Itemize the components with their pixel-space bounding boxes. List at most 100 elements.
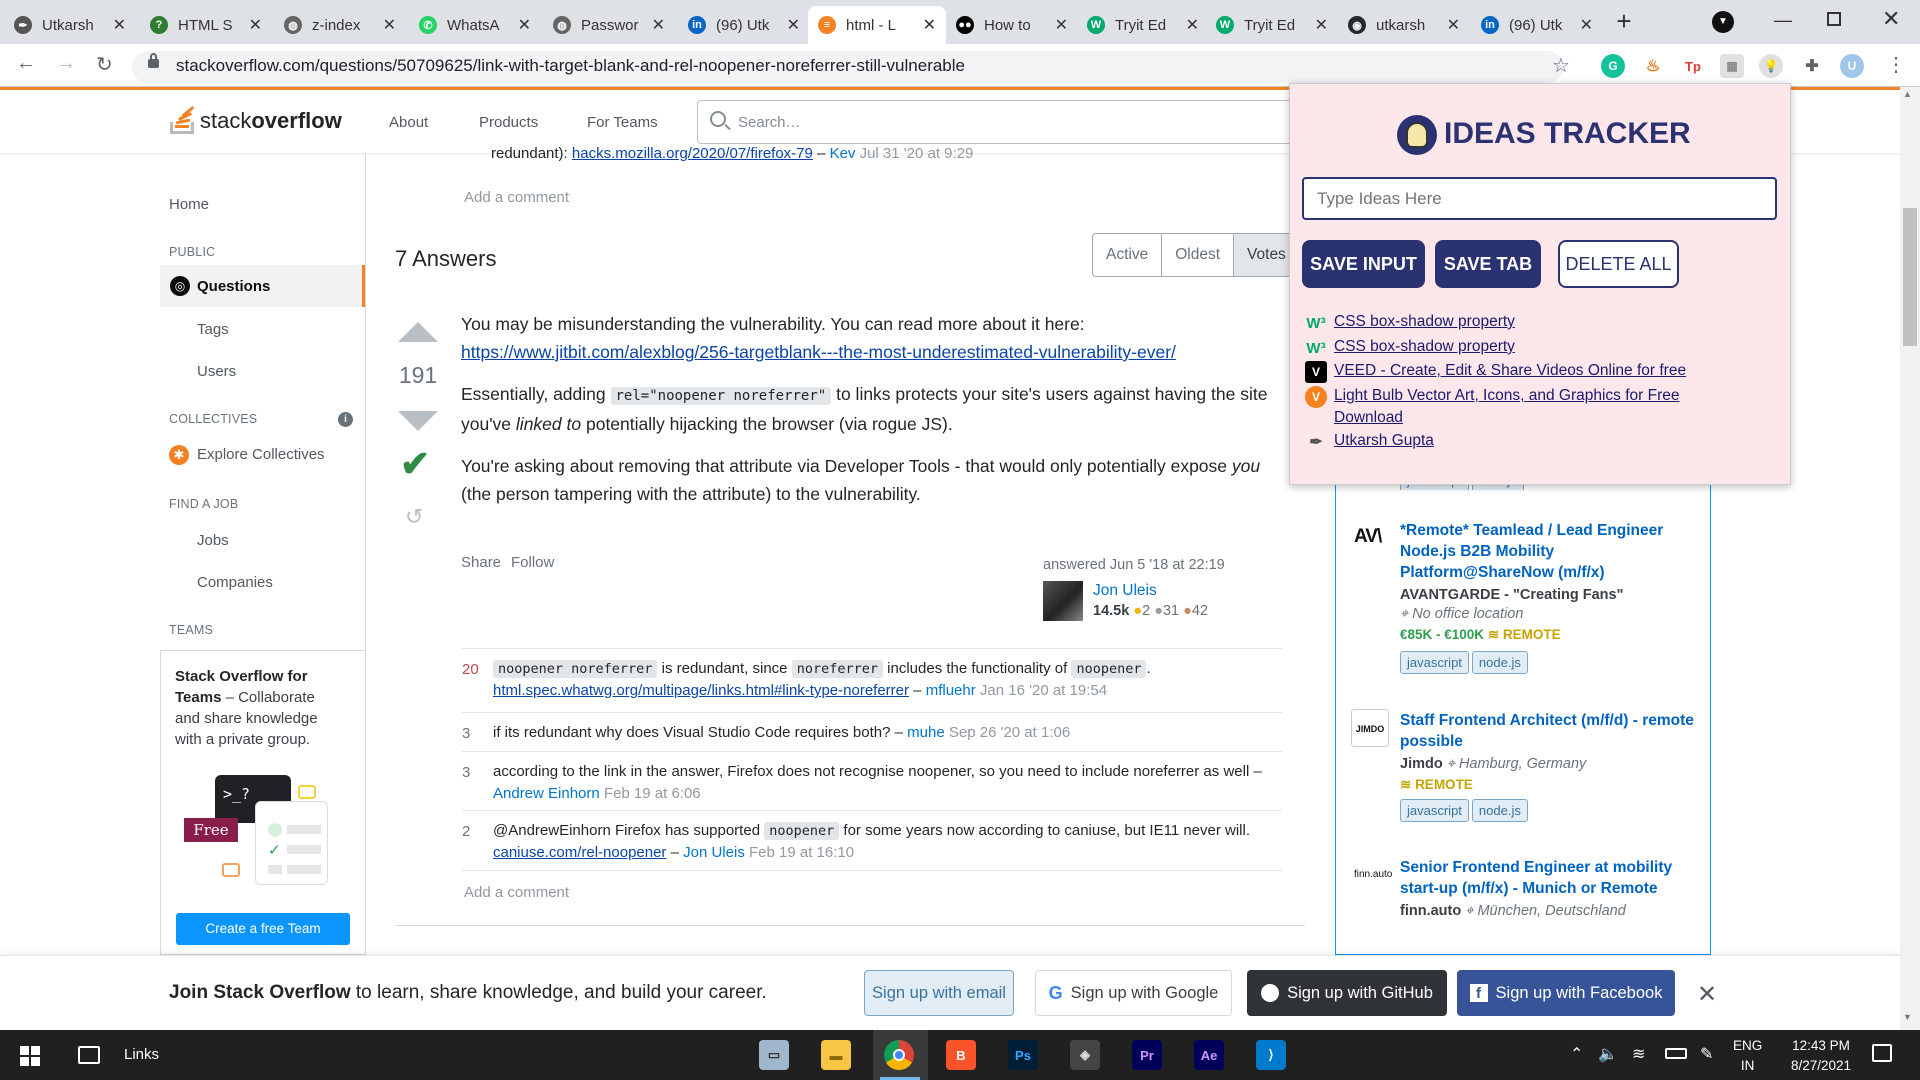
comment-link[interactable]: hacks.mozilla.org/2020/07/firefox-79 [572, 145, 813, 162]
brave-icon[interactable]: B [946, 1040, 976, 1070]
comment-user[interactable]: mfluehr [926, 682, 976, 699]
downvote-button[interactable] [398, 411, 438, 431]
close-tab-icon[interactable]: ✕ [1315, 15, 1328, 35]
minimize-icon[interactable]: — [1774, 10, 1792, 31]
close-tab-icon[interactable]: ✕ [1055, 15, 1068, 35]
left-nav-users[interactable]: Users [197, 363, 236, 380]
idea-link-1[interactable]: CSS box-shadow property [1334, 311, 1515, 333]
comment-user[interactable]: Jon Uleis [683, 844, 745, 861]
job-tag[interactable]: javascript [1400, 651, 1469, 674]
scrollbar-thumb[interactable] [1903, 208, 1917, 346]
browser-tab[interactable]: ◉ utkarsh ✕ [1338, 6, 1470, 44]
battery-icon[interactable] [1665, 1048, 1687, 1059]
job-tag[interactable]: javascript [1400, 799, 1469, 822]
job-title[interactable]: *Remote* Teamlead / Lead Engineer Node.j… [1400, 520, 1700, 583]
upvote-button[interactable] [398, 322, 438, 342]
nav-for-teams[interactable]: For Teams [587, 114, 658, 131]
browser-tab[interactable]: ✒ Utkarsh ✕ [4, 6, 136, 44]
back-icon[interactable]: ← [16, 52, 36, 75]
maximize-icon[interactable] [1827, 12, 1841, 26]
left-nav-home[interactable]: Home [169, 196, 209, 213]
browser-tab[interactable]: W Tryit Ed ✕ [1077, 6, 1209, 44]
grammarly-extension-icon[interactable]: G [1601, 54, 1625, 78]
lightbulb-extension-icon[interactable]: 💡 [1759, 54, 1783, 78]
notifications-icon[interactable] [1872, 1044, 1892, 1062]
photoshop-icon[interactable]: Ps [1008, 1040, 1038, 1070]
idea-input[interactable]: Type Ideas Here [1302, 177, 1777, 220]
scroll-down-arrow-icon[interactable]: ▼ [1903, 1012, 1912, 1022]
scroll-up-arrow-icon[interactable]: ▲ [1903, 89, 1912, 99]
close-tab-icon[interactable]: ✕ [1447, 15, 1460, 35]
browser-tab[interactable]: W Tryit Ed ✕ [1206, 6, 1338, 44]
close-tab-icon[interactable]: ✕ [652, 15, 665, 35]
comment-user[interactable]: muhe [907, 724, 945, 741]
browser-tab[interactable]: ✆ WhatsA ✕ [409, 6, 541, 44]
premiere-icon[interactable]: Pr [1132, 1040, 1162, 1070]
job-title[interactable]: Senior Frontend Engineer at mobility sta… [1400, 857, 1700, 899]
tp-extension-icon[interactable]: Tp [1681, 54, 1705, 78]
close-tab-icon[interactable]: ✕ [1580, 15, 1593, 35]
new-tab-button[interactable]: + [1610, 8, 1638, 36]
follow-link[interactable]: Follow [511, 554, 554, 571]
signup-google-button[interactable]: G Sign up with Google [1035, 970, 1232, 1016]
job-listing-1[interactable]: *Remote* Teamlead / Lead Engineer Node.j… [1400, 520, 1700, 674]
bookmark-star-icon[interactable]: ☆ [1552, 53, 1570, 78]
idea-link-5[interactable]: Utkarsh Gupta [1334, 430, 1434, 452]
left-nav-jobs[interactable]: Jobs [197, 532, 229, 549]
profile-avatar-icon[interactable]: U [1840, 54, 1864, 78]
clock[interactable]: 12:43 PM 8/27/2021 [1776, 1036, 1866, 1076]
app-icon[interactable]: ◈ [1070, 1040, 1100, 1070]
job-tag[interactable]: node.js [1471, 651, 1528, 674]
browser-tab[interactable]: ●● How to ✕ [946, 6, 1078, 44]
tray-chevron-icon[interactable]: ⌃ [1570, 1044, 1583, 1064]
so-search-input[interactable]: Search… [697, 100, 1297, 144]
browser-tab[interactable]: ◍ Passwor ✕ [543, 6, 675, 44]
author-avatar[interactable] [1043, 581, 1083, 621]
save-tab-button[interactable]: SAVE TAB [1435, 240, 1541, 288]
close-tab-icon[interactable]: ✕ [113, 15, 126, 35]
share-link[interactable]: Share [461, 554, 501, 571]
banner-close-icon[interactable]: ✕ [1697, 980, 1717, 1009]
comment-link[interactable]: html.spec.whatwg.org/multipage/links.htm… [493, 682, 909, 699]
left-nav-tags[interactable]: Tags [197, 321, 229, 338]
history-icon[interactable]: ↺ [405, 504, 423, 530]
job-tag[interactable]: node.js [1471, 799, 1528, 822]
after-effects-icon[interactable]: Ae [1194, 1040, 1224, 1070]
close-tab-icon[interactable]: ✕ [787, 15, 800, 35]
signup-github-button[interactable]: Sign up with GitHub [1247, 970, 1447, 1016]
add-comment-link[interactable]: Add a comment [464, 189, 569, 206]
browser-menu-icon[interactable]: ⋮ [1886, 52, 1906, 77]
browser-tab[interactable]: in (96) Utk ✕ [678, 6, 810, 44]
browser-tab[interactable]: ≡ html - L ✕ [808, 6, 946, 44]
job-listing-2[interactable]: Staff Frontend Architect (m/f/d) - remot… [1400, 710, 1700, 822]
sort-active-button[interactable]: Active [1093, 234, 1163, 276]
idea-link-3[interactable]: VEED - Create, Edit & Share Videos Onlin… [1334, 360, 1686, 382]
so-logo[interactable]: stack overflow [168, 102, 342, 134]
windows-start-icon[interactable] [20, 1046, 40, 1066]
vscode-icon[interactable]: ⟩ [1256, 1040, 1286, 1070]
signup-email-button[interactable]: Sign up with email [864, 970, 1014, 1016]
comment-link[interactable]: caniuse.com/rel-noopener [493, 844, 666, 861]
volume-icon[interactable]: 🔈 [1598, 1044, 1618, 1064]
forward-icon[interactable]: → [56, 52, 76, 75]
extensions-puzzle-icon[interactable]: ✚ [1800, 54, 1824, 78]
browser-tab[interactable]: ◍ z-index ✕ [274, 6, 406, 44]
taskbar-links-toolbar[interactable]: Links [124, 1046, 159, 1063]
fire-extension-icon[interactable]: ♨ [1641, 54, 1665, 78]
delete-all-button[interactable]: DELETE ALL [1558, 240, 1679, 288]
computer-icon[interactable]: ▭ [759, 1040, 789, 1070]
job-title[interactable]: Staff Frontend Architect (m/f/d) - remot… [1400, 710, 1700, 752]
comment-user[interactable]: Kev [830, 145, 856, 162]
info-icon[interactable]: i [338, 412, 353, 427]
close-tab-icon[interactable]: ✕ [383, 15, 396, 35]
signup-facebook-button[interactable]: f Sign up with Facebook [1457, 970, 1675, 1016]
sort-oldest-button[interactable]: Oldest [1162, 234, 1235, 276]
close-tab-icon[interactable]: ✕ [1186, 15, 1199, 35]
author-name[interactable]: Jon Uleis [1093, 582, 1157, 600]
left-nav-companies[interactable]: Companies [197, 574, 273, 591]
file-explorer-icon[interactable]: ▬ [821, 1040, 851, 1070]
idea-link-2[interactable]: CSS box-shadow property [1334, 336, 1515, 358]
grid-extension-icon[interactable]: ▦ [1720, 54, 1744, 78]
pen-tray-icon[interactable]: ✎ [1700, 1044, 1713, 1064]
left-nav-questions[interactable]: Questions [197, 278, 270, 295]
